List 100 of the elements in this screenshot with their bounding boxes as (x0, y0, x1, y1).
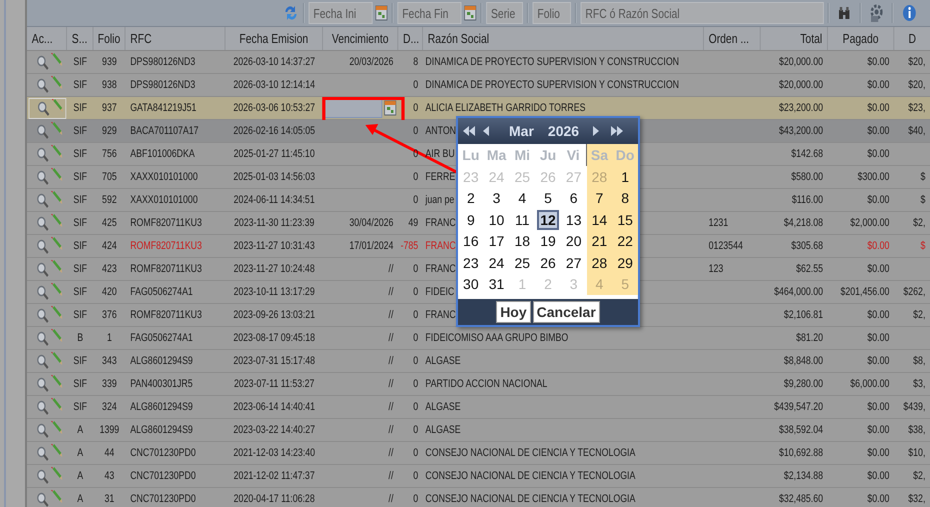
total-cell-text: $23,200.00 (778, 100, 823, 116)
balance-cell-text: $262, (903, 284, 926, 300)
company-name-cell-text: FRANC (425, 262, 456, 277)
company-name-cell-text: CONSEJO NACIONAL DE CIENCIA Y TECNOLOGIA (425, 446, 636, 461)
date-cell-text: 2023-09-26 13:03:21 (233, 308, 316, 323)
series-cell-text: SIF (73, 78, 88, 93)
paid-cell-text: $0.00 (867, 308, 890, 323)
folio-cell-text: 376 (102, 308, 117, 323)
date-cell-text: 2023-10-11 13:17:29 (234, 284, 315, 300)
company-name-cell-text: CONSEJO NACIONAL DE CIENCIA Y TECNOLOGIA (425, 468, 636, 484)
company-name-cell-text: FIDEICOMISO AAA GRUPO BIMBO (425, 330, 568, 346)
paid-cell-text: $0.00 (867, 124, 890, 139)
days-cell-text: 49 (408, 216, 418, 231)
series-cell-text: SIF (73, 238, 88, 254)
date-cell-text: 2023-06-14 14:40:41 (233, 400, 316, 415)
folio-cell-text: 423 (102, 262, 117, 277)
total-cell-text: $62.55 (796, 262, 823, 277)
date-cell-text: 2023-07-11 11:53:27 (234, 376, 314, 392)
folio-cell-text: 424 (102, 238, 117, 254)
folio-cell-text: 31 (104, 492, 114, 507)
paid-cell-text: $0.00 (867, 446, 890, 461)
date-cell-text: 2026-03-10 14:37:27 (233, 54, 316, 70)
folio-cell-text: 43 (104, 468, 114, 484)
company-name-cell-text: CONSEJO NACIONAL DE CIENCIA Y TECNOLOGIA (425, 492, 636, 507)
date-cell-text: 2026-03-06 10:53:27 (233, 100, 316, 116)
balance-cell-text: $8, (913, 354, 926, 369)
date-cell-text: 2023-07-31 15:17:48 (233, 354, 316, 369)
folio-cell-text: 1 (106, 330, 112, 346)
series-cell-text: SIF (73, 400, 88, 415)
days-cell-text: 0 (413, 308, 418, 323)
rfc-cell-text: DPS980126ND3 (130, 54, 196, 70)
series-cell-text: SIF (73, 216, 88, 231)
folio-cell-text: 420 (102, 284, 117, 300)
paid-cell-text: $201,456.00 (840, 284, 890, 300)
rfc-cell-text: ALG8601294S9 (130, 400, 193, 415)
weekday-label: Sa (586, 144, 612, 166)
folio-cell-text: 343 (102, 354, 117, 369)
series-cell-text: A (77, 422, 84, 438)
folio-cell-text: 705 (102, 170, 117, 185)
company-name-cell-text: DINAMICA DE PROYECTO SUPERVISION Y CONSTRUCCION (425, 54, 680, 70)
total-cell-text: $43,200.00 (778, 124, 823, 139)
days-cell-text: 0 (413, 330, 418, 346)
rfc-cell-text: ROMF820711KU3 (130, 262, 202, 277)
balance-cell-text: $2, (913, 468, 926, 484)
paid-cell-text: $0.00 (867, 238, 890, 254)
total-cell-text: $38,592.04 (778, 422, 823, 438)
balance-cell-text: $23, (908, 100, 926, 116)
paid-cell-text: $0.00 (867, 400, 890, 415)
total-cell-text: $9,280.00 (784, 376, 823, 392)
balance-cell-text: $439, (903, 400, 926, 415)
date-cell-text: 2023-03-22 14:40:27 (233, 422, 316, 438)
total-cell-text: $305.68 (791, 238, 823, 254)
due-date-cell-text: // (388, 446, 394, 461)
balance-cell-text: $2, (913, 308, 926, 323)
company-name-cell-text: FRANC (425, 216, 456, 231)
days-cell-text: 0 (413, 100, 418, 116)
due-date-cell-text: // (388, 262, 394, 277)
date-cell-text: 2023-11-27 10:31:43 (234, 238, 315, 254)
series-cell-text: B (77, 330, 84, 346)
series-cell-text: SIF (73, 376, 88, 392)
days-cell-text: 0 (413, 124, 418, 139)
company-name-cell-text: ALGASE (425, 422, 461, 438)
series-cell-text: SIF (73, 262, 88, 277)
date-cell-text: 2026-02-16 14:05:05 (233, 124, 316, 139)
folio-cell-text: 937 (102, 100, 117, 116)
total-cell-text: $439,547.20 (774, 400, 823, 415)
folio-cell-text: 756 (102, 146, 117, 162)
series-cell-text: A (77, 446, 84, 461)
company-name-cell-text: ANTON (425, 124, 456, 139)
series-cell-text: SIF (73, 192, 88, 208)
paid-cell-text: $6,000.00 (850, 376, 890, 392)
total-cell-text: $2,106.81 (784, 308, 823, 323)
days-cell-text: -785 (400, 238, 418, 254)
paid-cell-text: $0.00 (867, 262, 890, 277)
company-name-cell-text: ALGASE (425, 400, 461, 415)
series-cell-text: SIF (73, 284, 88, 300)
days-cell-text: 0 (413, 422, 418, 438)
total-cell-text: $10,692.88 (778, 446, 823, 461)
balance-cell-text: $38, (908, 422, 926, 438)
paid-cell-text: $300.00 (858, 170, 890, 185)
total-cell-text: $32,485.60 (778, 492, 823, 507)
days-cell-text: 8 (413, 54, 418, 70)
date-cell-text: 2025-01-27 11:45:10 (234, 146, 315, 162)
series-cell-text: A (77, 492, 84, 507)
due-date-cell-text: 17/01/2024 (349, 238, 394, 254)
balance-cell-text: $20, (908, 54, 926, 70)
total-cell-text: $142.68 (791, 146, 823, 162)
days-cell-text: 0 (413, 170, 418, 185)
due-date-cell-text: // (388, 400, 394, 415)
total-cell-text: $580.00 (791, 170, 823, 185)
balance-cell-text: $32, (908, 492, 926, 507)
paid-cell-text: $2,000.00 (850, 216, 890, 231)
order-cell-text: 1231 (708, 216, 728, 231)
date-cell-text: 2025-01-03 14:56:03 (233, 170, 316, 185)
date-cell-text: 2021-12-02 11:47:37 (234, 468, 315, 484)
weekday-label: Do (612, 144, 638, 166)
total-cell-text: $116.00 (792, 192, 823, 208)
due-date-cell-text: // (388, 330, 394, 346)
balance-cell-text: $20, (908, 78, 926, 93)
due-date-cell-text: 20/03/2026 (349, 54, 394, 70)
